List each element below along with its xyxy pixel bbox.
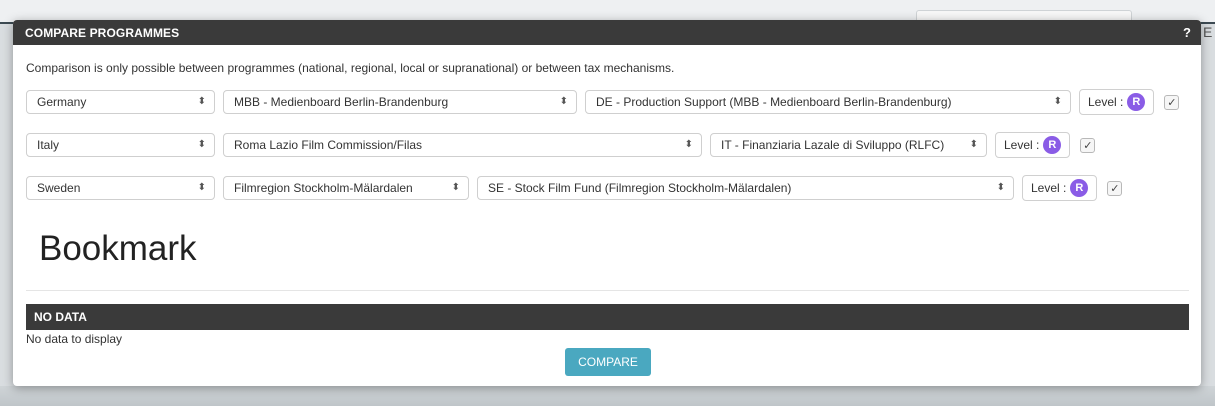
- level-label: Level :: [1031, 181, 1067, 195]
- country-select[interactable]: Italy ⬍: [26, 133, 215, 157]
- select-caret-icon: ⬍: [451, 182, 460, 193]
- select-caret-icon: ⬍: [1053, 96, 1062, 107]
- divider: [26, 290, 1189, 291]
- modal-header: COMPARE PROGRAMMES ?: [13, 20, 1201, 45]
- select-caret-icon: ⬍: [197, 96, 206, 107]
- country-select-value: Italy: [37, 138, 60, 152]
- comparison-row: Germany ⬍ MBB - Medienboard Berlin-Brand…: [26, 89, 1180, 115]
- empty-results-message: No data to display: [26, 332, 123, 346]
- fund-select[interactable]: Roma Lazio Film Commission/Filas ⬍: [223, 133, 702, 157]
- programme-select[interactable]: DE - Production Support (MBB - Medienboa…: [585, 90, 1071, 114]
- programme-select[interactable]: IT - Finanziaria Lazale di Sviluppo (RLF…: [710, 133, 987, 157]
- country-select[interactable]: Sweden ⬍: [26, 176, 215, 200]
- country-select-value: Sweden: [37, 181, 81, 195]
- fund-select-value: Filmregion Stockholm-Mälardalen: [234, 181, 413, 195]
- compare-programmes-modal: COMPARE PROGRAMMES ? Comparison is only …: [13, 20, 1201, 386]
- fund-select-value: MBB - Medienboard Berlin-Brandenburg: [234, 95, 449, 109]
- fund-select[interactable]: Filmregion Stockholm-Mälardalen ⬍: [223, 176, 469, 200]
- programme-select[interactable]: SE - Stock Film Fund (Filmregion Stockho…: [477, 176, 1014, 200]
- level-indicator: Level : R: [1079, 89, 1155, 115]
- background-page-content: [0, 386, 1215, 406]
- select-caret-icon: ⬍: [684, 139, 693, 150]
- level-indicator: Level : R: [1022, 175, 1098, 201]
- level-badge: R: [1070, 179, 1089, 197]
- comparison-row: Sweden ⬍ Filmregion Stockholm-Mälardalen…: [26, 175, 1123, 201]
- help-icon[interactable]: ?: [1183, 25, 1191, 40]
- fund-select[interactable]: MBB - Medienboard Berlin-Brandenburg ⬍: [223, 90, 577, 114]
- level-label: Level :: [1004, 138, 1040, 152]
- level-badge: R: [1043, 136, 1062, 154]
- fund-select-value: Roma Lazio Film Commission/Filas: [234, 138, 423, 152]
- level-label: Level :: [1088, 95, 1124, 109]
- comparison-row: Italy ⬍ Roma Lazio Film Commission/Filas…: [26, 132, 1096, 158]
- bookmark-heading: Bookmark: [39, 229, 197, 268]
- country-select-value: Germany: [37, 95, 87, 109]
- select-caret-icon: ⬍: [197, 182, 206, 193]
- country-select[interactable]: Germany ⬍: [26, 90, 215, 114]
- background-label: E: [1203, 24, 1213, 40]
- include-checkbox[interactable]: ✓: [1107, 180, 1123, 196]
- intro-text: Comparison is only possible between prog…: [26, 61, 675, 75]
- compare-button[interactable]: COMPARE: [565, 348, 651, 376]
- level-indicator: Level : R: [995, 132, 1071, 158]
- modal-title: COMPARE PROGRAMMES: [25, 25, 180, 40]
- programme-select-value: IT - Finanziaria Lazale di Sviluppo (RLF…: [721, 138, 945, 152]
- include-checkbox[interactable]: ✓: [1080, 137, 1096, 153]
- include-checkbox[interactable]: ✓: [1164, 94, 1180, 110]
- programme-select-value: DE - Production Support (MBB - Medienboa…: [596, 95, 952, 109]
- select-caret-icon: ⬍: [996, 182, 1005, 193]
- select-caret-icon: ⬍: [559, 96, 568, 107]
- programme-select-value: SE - Stock Film Fund (Filmregion Stockho…: [488, 181, 792, 195]
- select-caret-icon: ⬍: [969, 139, 978, 150]
- level-badge: R: [1127, 93, 1146, 111]
- select-caret-icon: ⬍: [197, 139, 206, 150]
- results-header: NO DATA: [26, 304, 1189, 330]
